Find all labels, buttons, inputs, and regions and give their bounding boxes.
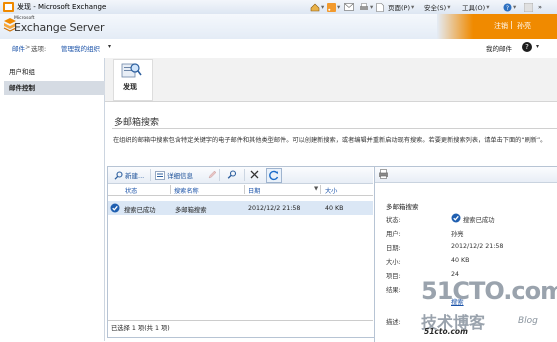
row-size: 40 KB [325,205,344,212]
title-divider [112,128,557,129]
row-status: 搜索已成功 [124,207,156,214]
detail-key: 大小: [386,259,401,266]
svg-text:?: ? [506,5,509,12]
delete-icon[interactable] [250,170,259,179]
toolbar-separator [150,169,151,181]
toolbar-separator [219,169,220,181]
sort-descending-icon[interactable]: ▼ [314,186,318,192]
options-label: 选项: [31,45,47,53]
print-detail-icon[interactable] [378,169,389,179]
left-navigation [0,58,105,341]
page-title: 多邮箱搜索 [114,118,160,128]
page-menu-icon[interactable] [376,2,384,12]
mail-link[interactable]: 邮件 [12,43,25,53]
detail-key: 描述: [386,319,401,326]
detail-key: 状态: [386,217,401,224]
list-toolbar [108,167,373,184]
mail-icon[interactable] [344,2,354,12]
feeds-icon[interactable]: ▾ [327,2,340,12]
details-button[interactable]: 详细信息 [155,169,193,181]
detail-key: 用户: [386,231,401,238]
help-button[interactable]: ? [522,42,532,52]
search-new-icon [114,170,123,180]
row-name: 多邮箱搜索 [175,207,207,214]
discovery-label: 发现 [123,83,137,91]
new-search-button[interactable]: 新建... [114,169,144,181]
detail-value-user: 孙亮 [451,231,464,238]
detail-title: 多邮箱搜索 [386,203,419,211]
detail-toolbar [375,167,557,183]
help-chevron-icon[interactable]: ▾ [536,43,539,50]
header-divider [511,21,512,29]
column-status[interactable]: 状态 [125,186,137,195]
page-description: 在组织的邮箱中搜索包含特定关键字的电子邮件和其他类型邮件。可以创建新搜索，或者编… [113,137,547,144]
details-icon [155,170,165,180]
detail-key: 日期: [386,245,401,252]
print-icon[interactable]: ▾ [359,2,373,12]
page-menu[interactable]: 页面(P) ▾ [388,2,414,12]
sidebar-item-mail-control[interactable]: 邮件控制 [4,81,107,95]
home-icon[interactable]: ▾ [310,2,324,12]
logo-text: Exchange Server [14,21,105,34]
detail-value-status: 搜索已成功 [463,217,495,224]
success-check-icon [451,213,461,223]
column-date[interactable]: 日期 [248,186,260,195]
toolbar-separator [244,169,245,181]
sidebar-item-label: 用户和组 [9,68,35,76]
browser-title: 发现 - Microsoft Exchange [17,3,107,11]
edit-icon[interactable] [208,170,217,179]
column-size[interactable]: 大小 [325,186,337,195]
column-separator [320,185,321,194]
my-mail-link[interactable]: 我的邮件 [486,43,512,53]
discovery-search-icon [120,61,142,79]
sidebar-item-label: 邮件控制 [9,84,35,92]
watermark-logo: 51CTO.com [421,277,557,305]
watermark-site: 51cto.com [424,327,468,336]
restart-search-icon[interactable] [227,170,237,179]
tool-strip [105,58,557,102]
signout-link[interactable]: 注销 [494,21,508,31]
exchange-favicon-icon [3,2,14,12]
detail-key: 项目: [386,273,401,280]
refresh-button[interactable] [266,168,282,183]
expand-toolbar-icon[interactable]: » [538,2,542,12]
success-check-icon [110,203,120,213]
watermark-blog: Blog [518,316,538,326]
sidebar-item-users-groups[interactable]: 用户和组 [4,65,107,79]
column-search-name[interactable]: 搜索名称 [174,186,199,195]
detail-key: 结果: [386,287,401,294]
detail-value-size: 40 KB [451,257,470,264]
selection-status: 已选择 1 项(共 1 项) [111,325,170,332]
breadcrumb-separator: > [25,43,31,51]
refresh-icon [269,170,279,181]
manage-organization-link[interactable]: 管理我的组织 [61,43,100,53]
user-name: 孙亮 [517,22,531,30]
research-icon[interactable] [524,2,533,12]
column-separator [170,185,171,194]
safety-menu[interactable]: 安全(S) ▾ [424,2,450,12]
detail-value-date: 2012/12/2 21:58 [451,243,504,250]
chevron-down-icon[interactable]: ▾ [108,43,111,50]
help-icon[interactable]: ? ▾ [503,2,516,12]
tools-menu[interactable]: 工具(O) ▾ [462,2,489,12]
row-date: 2012/12/2 21:58 [248,205,301,212]
column-separator [244,185,245,194]
